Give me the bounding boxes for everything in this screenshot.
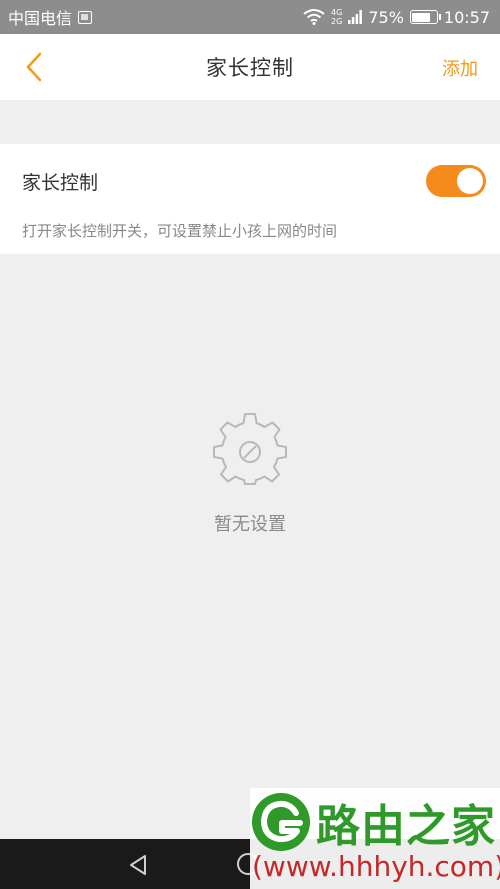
empty-state-text: 暂无设置	[214, 514, 286, 535]
watermark: 路由之家 (www.hhhyh.com)	[250, 788, 500, 889]
status-bar-left: 中国电信	[8, 5, 93, 29]
parental-control-card: 家长控制 打开家长控制开关，可设置禁止小孩上网的时间	[0, 144, 500, 254]
status-bar-right: 4G 2G 75% 10:57	[303, 8, 490, 27]
toggle-knob	[457, 168, 483, 194]
network-type-bottom: 2G	[331, 17, 343, 26]
watermark-brand: 路由之家	[316, 801, 496, 852]
parental-control-description: 打开家长控制开关，可设置禁止小孩上网的时间	[22, 222, 338, 240]
gear-disabled-icon	[213, 413, 287, 485]
status-bar: 中国电信 4G 2G 75% 10:57	[0, 0, 500, 34]
wifi-icon	[303, 9, 325, 25]
nav-back-icon[interactable]	[126, 853, 150, 877]
signal-icon	[348, 10, 363, 24]
network-type-top: 4G	[331, 8, 343, 17]
battery-fill	[412, 12, 430, 22]
notification-icon	[78, 10, 93, 24]
clock: 10:57	[443, 7, 490, 27]
page-title: 家长控制	[206, 56, 294, 80]
back-button[interactable]	[18, 51, 50, 83]
carrier-name: 中国电信	[8, 9, 73, 28]
network-type: 4G 2G	[331, 8, 342, 26]
watermark-logo-icon	[252, 793, 310, 851]
parental-control-label: 家长控制	[22, 172, 99, 194]
battery-percent: 75%	[368, 7, 404, 27]
parental-control-toggle[interactable]	[426, 165, 486, 197]
add-button[interactable]: 添加	[442, 55, 478, 81]
battery-icon	[409, 10, 441, 24]
app-header: 家长控制 添加	[0, 34, 500, 100]
chevron-left-icon	[26, 52, 42, 82]
watermark-url: (www.hhhyh.com)	[252, 850, 500, 883]
